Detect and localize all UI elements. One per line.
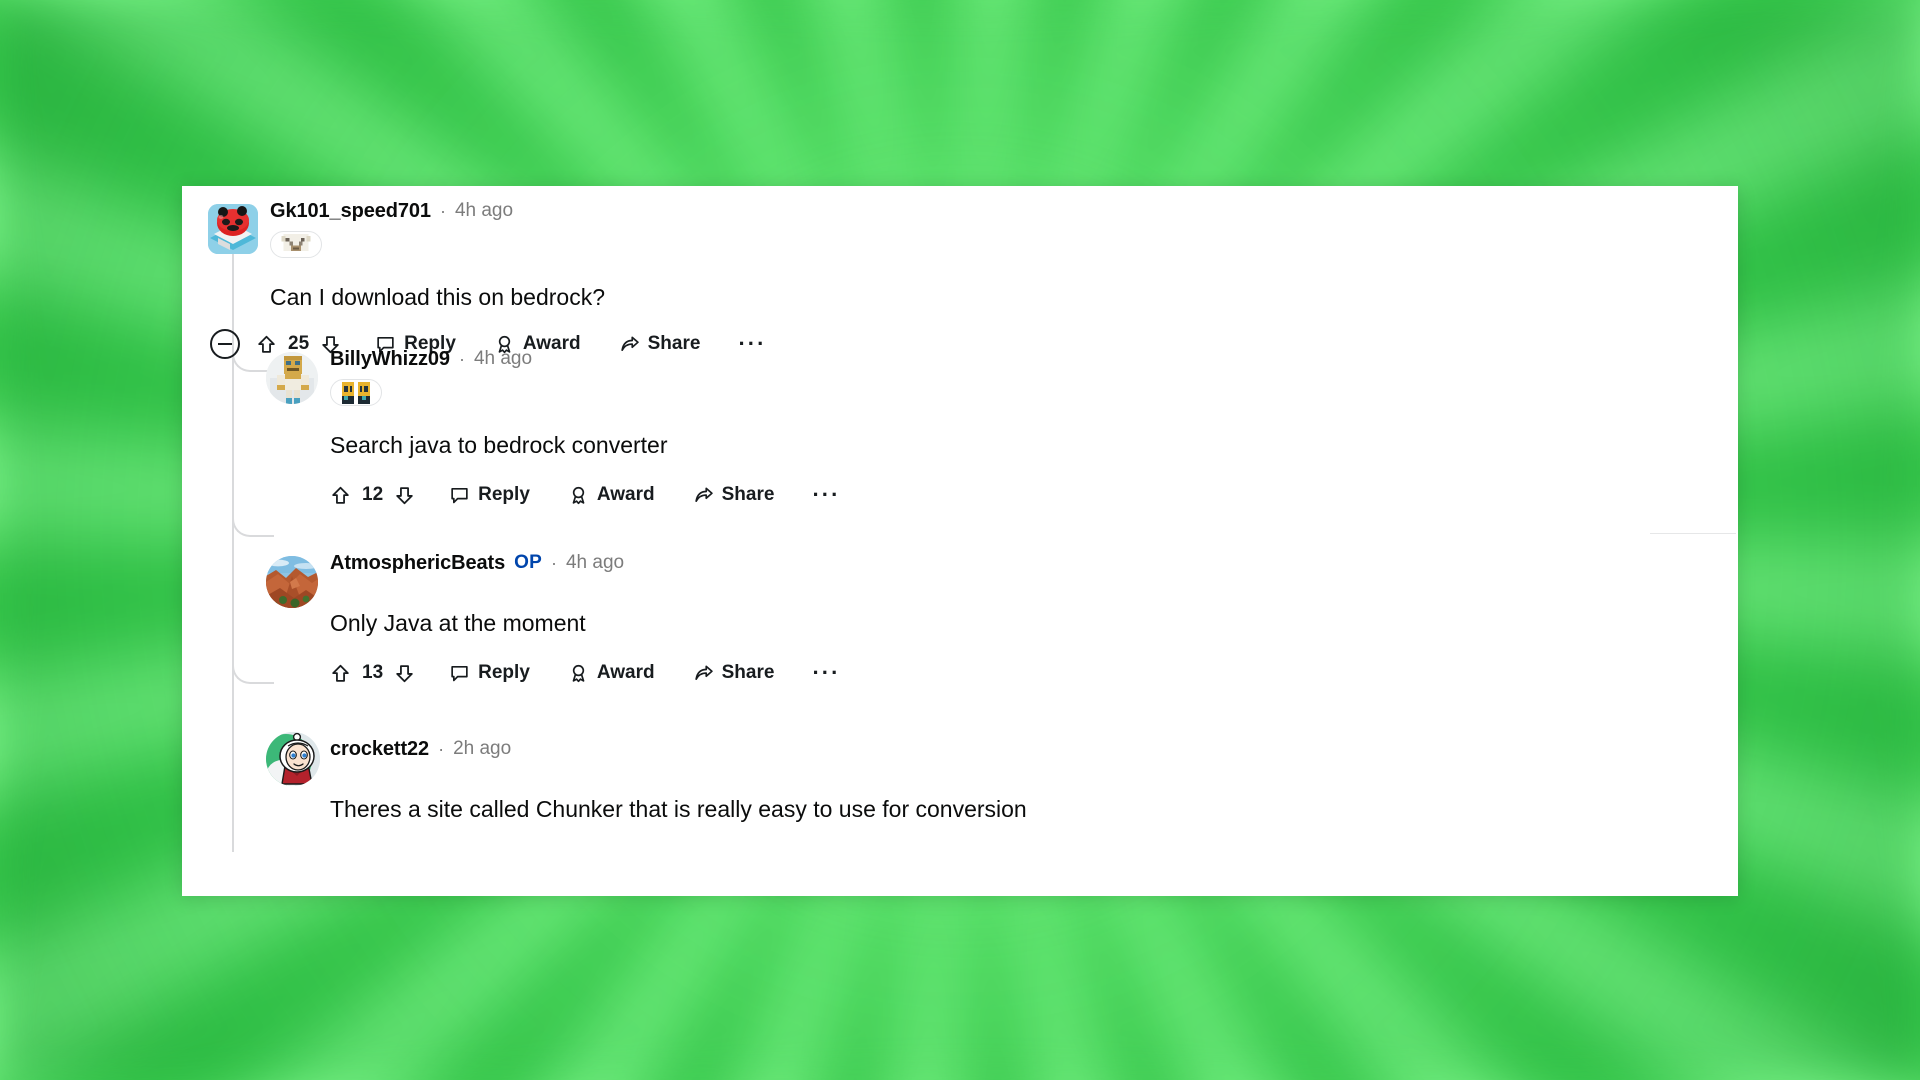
separator-dot: · [550,553,557,573]
collapse-thread-button[interactable] [210,329,240,359]
award-label: Award [596,484,655,505]
comment-timestamp: 4h ago [473,348,533,369]
reply-button[interactable]: Reply [449,662,530,684]
comment-author[interactable]: BillyWhizz09 [330,348,450,371]
award-medal-icon [568,663,589,684]
comment-bubble-icon [449,663,470,684]
share-button[interactable]: Share [693,662,775,684]
share-button[interactable]: Share [619,333,701,355]
downvote-icon[interactable] [394,663,415,684]
share-arrow-icon [693,485,714,506]
avatar-image-snoo-hood [266,732,320,786]
comment-timestamp: 4h ago [565,552,625,573]
vote-group: 25 [256,333,341,355]
vote-count: 12 [362,484,384,505]
avatar[interactable] [208,204,258,254]
avatar-image-red-creature [208,204,258,254]
vote-group: 13 [330,662,415,684]
comment-timestamp: 2h ago [453,738,512,759]
award-medal-icon [568,485,589,506]
vote-count: 13 [362,662,384,683]
more-options-button[interactable]: ··· [738,333,766,355]
user-flair-minecraft-cat-icon[interactable] [270,231,322,258]
comment-header: Gk101_speed701 · 4h ago [270,198,513,224]
comment-header: BillyWhizz09 · 4h ago [330,346,532,372]
avatar-image-minecraft-skin [266,352,318,404]
comment-action-bar: 12 Reply Award Share ··· [330,478,840,512]
comment-body: Theres a site called Chunker that is rea… [330,796,1027,822]
share-label: Share [647,333,701,354]
award-label: Award [596,662,655,683]
avatar[interactable] [266,732,320,786]
award-button[interactable]: Award [568,484,655,506]
comment-header: crockett22 · 2h ago [330,736,511,762]
share-arrow-icon [619,334,640,355]
comment-author[interactable]: crockett22 [330,738,429,761]
upvote-icon[interactable] [256,334,277,355]
section-divider [1650,533,1736,534]
comment-action-bar: 13 Reply Award Share ··· [330,656,840,690]
separator-dot: · [439,201,446,221]
award-button[interactable]: Award [568,662,655,684]
avatar[interactable] [266,352,318,404]
comment-body: Only Java at the moment [330,610,586,636]
user-flair-minecraft-gold-icon[interactable] [330,379,382,406]
comment-timestamp: 4h ago [454,200,514,221]
flair-glyph [342,381,370,404]
vote-group: 12 [330,484,415,506]
op-badge: OP [514,552,542,573]
comment-bubble-icon [449,485,470,506]
downvote-icon[interactable] [394,485,415,506]
separator-dot: · [438,739,445,759]
share-button[interactable]: Share [693,484,775,506]
reply-label: Reply [478,662,530,683]
share-label: Share [721,662,775,683]
reply-label: Reply [478,484,530,505]
avatar[interactable] [266,556,318,608]
comment-header: AtmosphericBeats OP · 4h ago [330,550,624,576]
reply-button[interactable]: Reply [449,484,530,506]
more-options-button[interactable]: ··· [812,662,840,684]
flair-glyph [281,234,311,252]
thread-branch-3 [232,638,274,684]
share-arrow-icon [693,663,714,684]
upvote-icon[interactable] [330,663,351,684]
avatar-image-mountain-photo [266,556,318,608]
comment-author[interactable]: AtmosphericBeats [330,552,505,575]
comment-thread-card: Gk101_speed701 · 4h ago Can I download t… [182,186,1738,896]
thread-branch-2 [232,491,274,537]
comment-author[interactable]: Gk101_speed701 [270,200,431,223]
upvote-icon[interactable] [330,485,351,506]
share-label: Share [721,484,775,505]
separator-dot: · [458,349,465,369]
comment-body: Can I download this on bedrock? [270,284,605,310]
more-options-button[interactable]: ··· [812,484,840,506]
comment-body: Search java to bedrock converter [330,432,668,458]
